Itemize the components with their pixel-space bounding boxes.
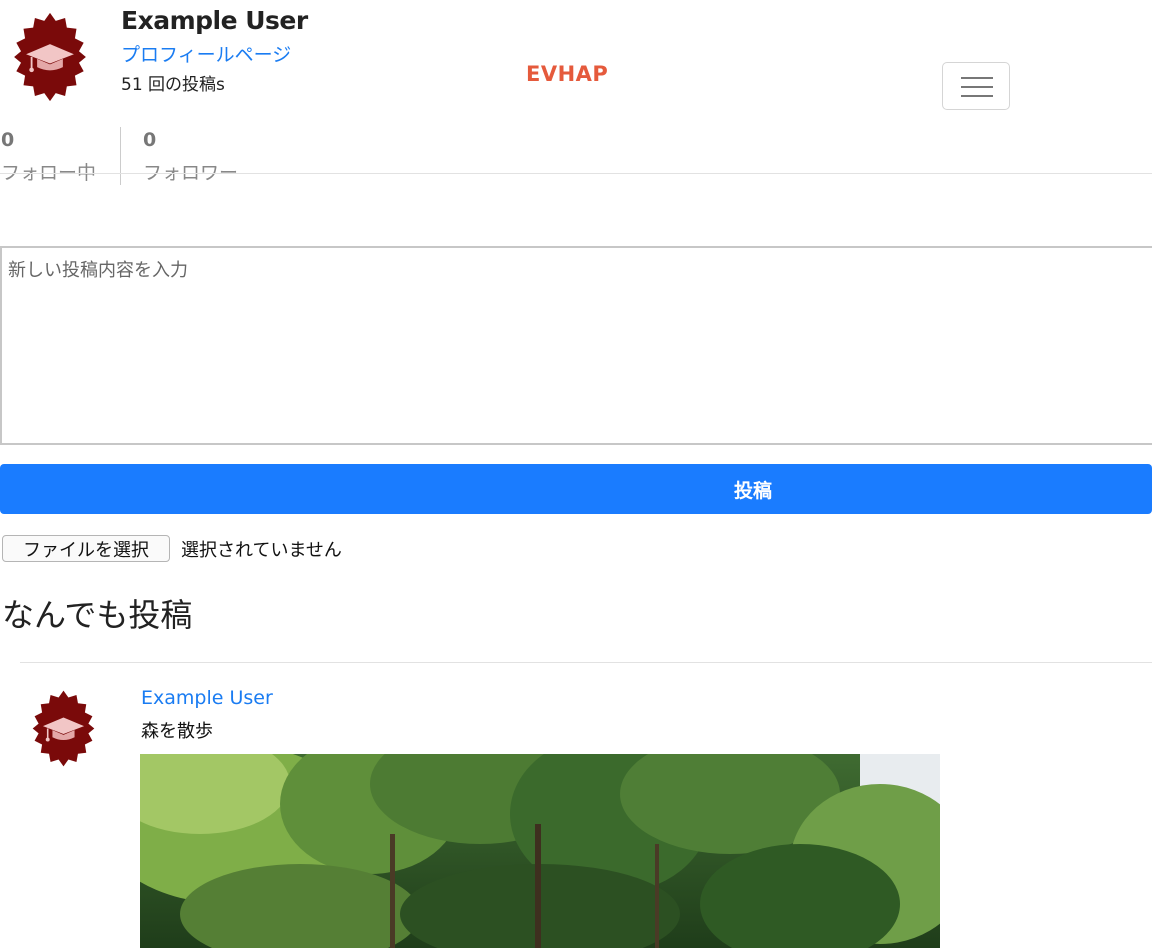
post-content-input[interactable]: [0, 246, 1152, 445]
followers-count[interactable]: 0: [143, 129, 156, 151]
profile-page-link[interactable]: プロフィールページ: [121, 40, 291, 67]
profile-name: Example User: [121, 6, 308, 35]
file-status-text: 選択されていません: [181, 540, 342, 561]
post-count: 51 回の投稿s: [121, 75, 225, 95]
following-count[interactable]: 0: [1, 129, 14, 151]
feed-user-link[interactable]: Example User: [141, 687, 273, 709]
followers-label[interactable]: フォロワー: [143, 158, 238, 185]
file-select-button[interactable]: ファイルを選択: [2, 535, 170, 562]
feed-user-avatar[interactable]: [24, 689, 103, 768]
brand-logo[interactable]: EVHAP: [526, 62, 608, 86]
feed-divider: [20, 662, 1152, 663]
header-divider: [0, 173, 1152, 174]
menu-toggle-button[interactable]: [942, 62, 1010, 110]
feed-title: なんでも投稿: [2, 596, 193, 634]
post-submit-button[interactable]: 投稿: [0, 464, 1152, 514]
feed-post-image: [140, 754, 940, 948]
following-label[interactable]: フォロー中: [1, 158, 96, 185]
feed-post-content: 森を散歩: [141, 721, 213, 742]
stats-divider: [120, 127, 121, 185]
user-avatar: [14, 12, 86, 102]
